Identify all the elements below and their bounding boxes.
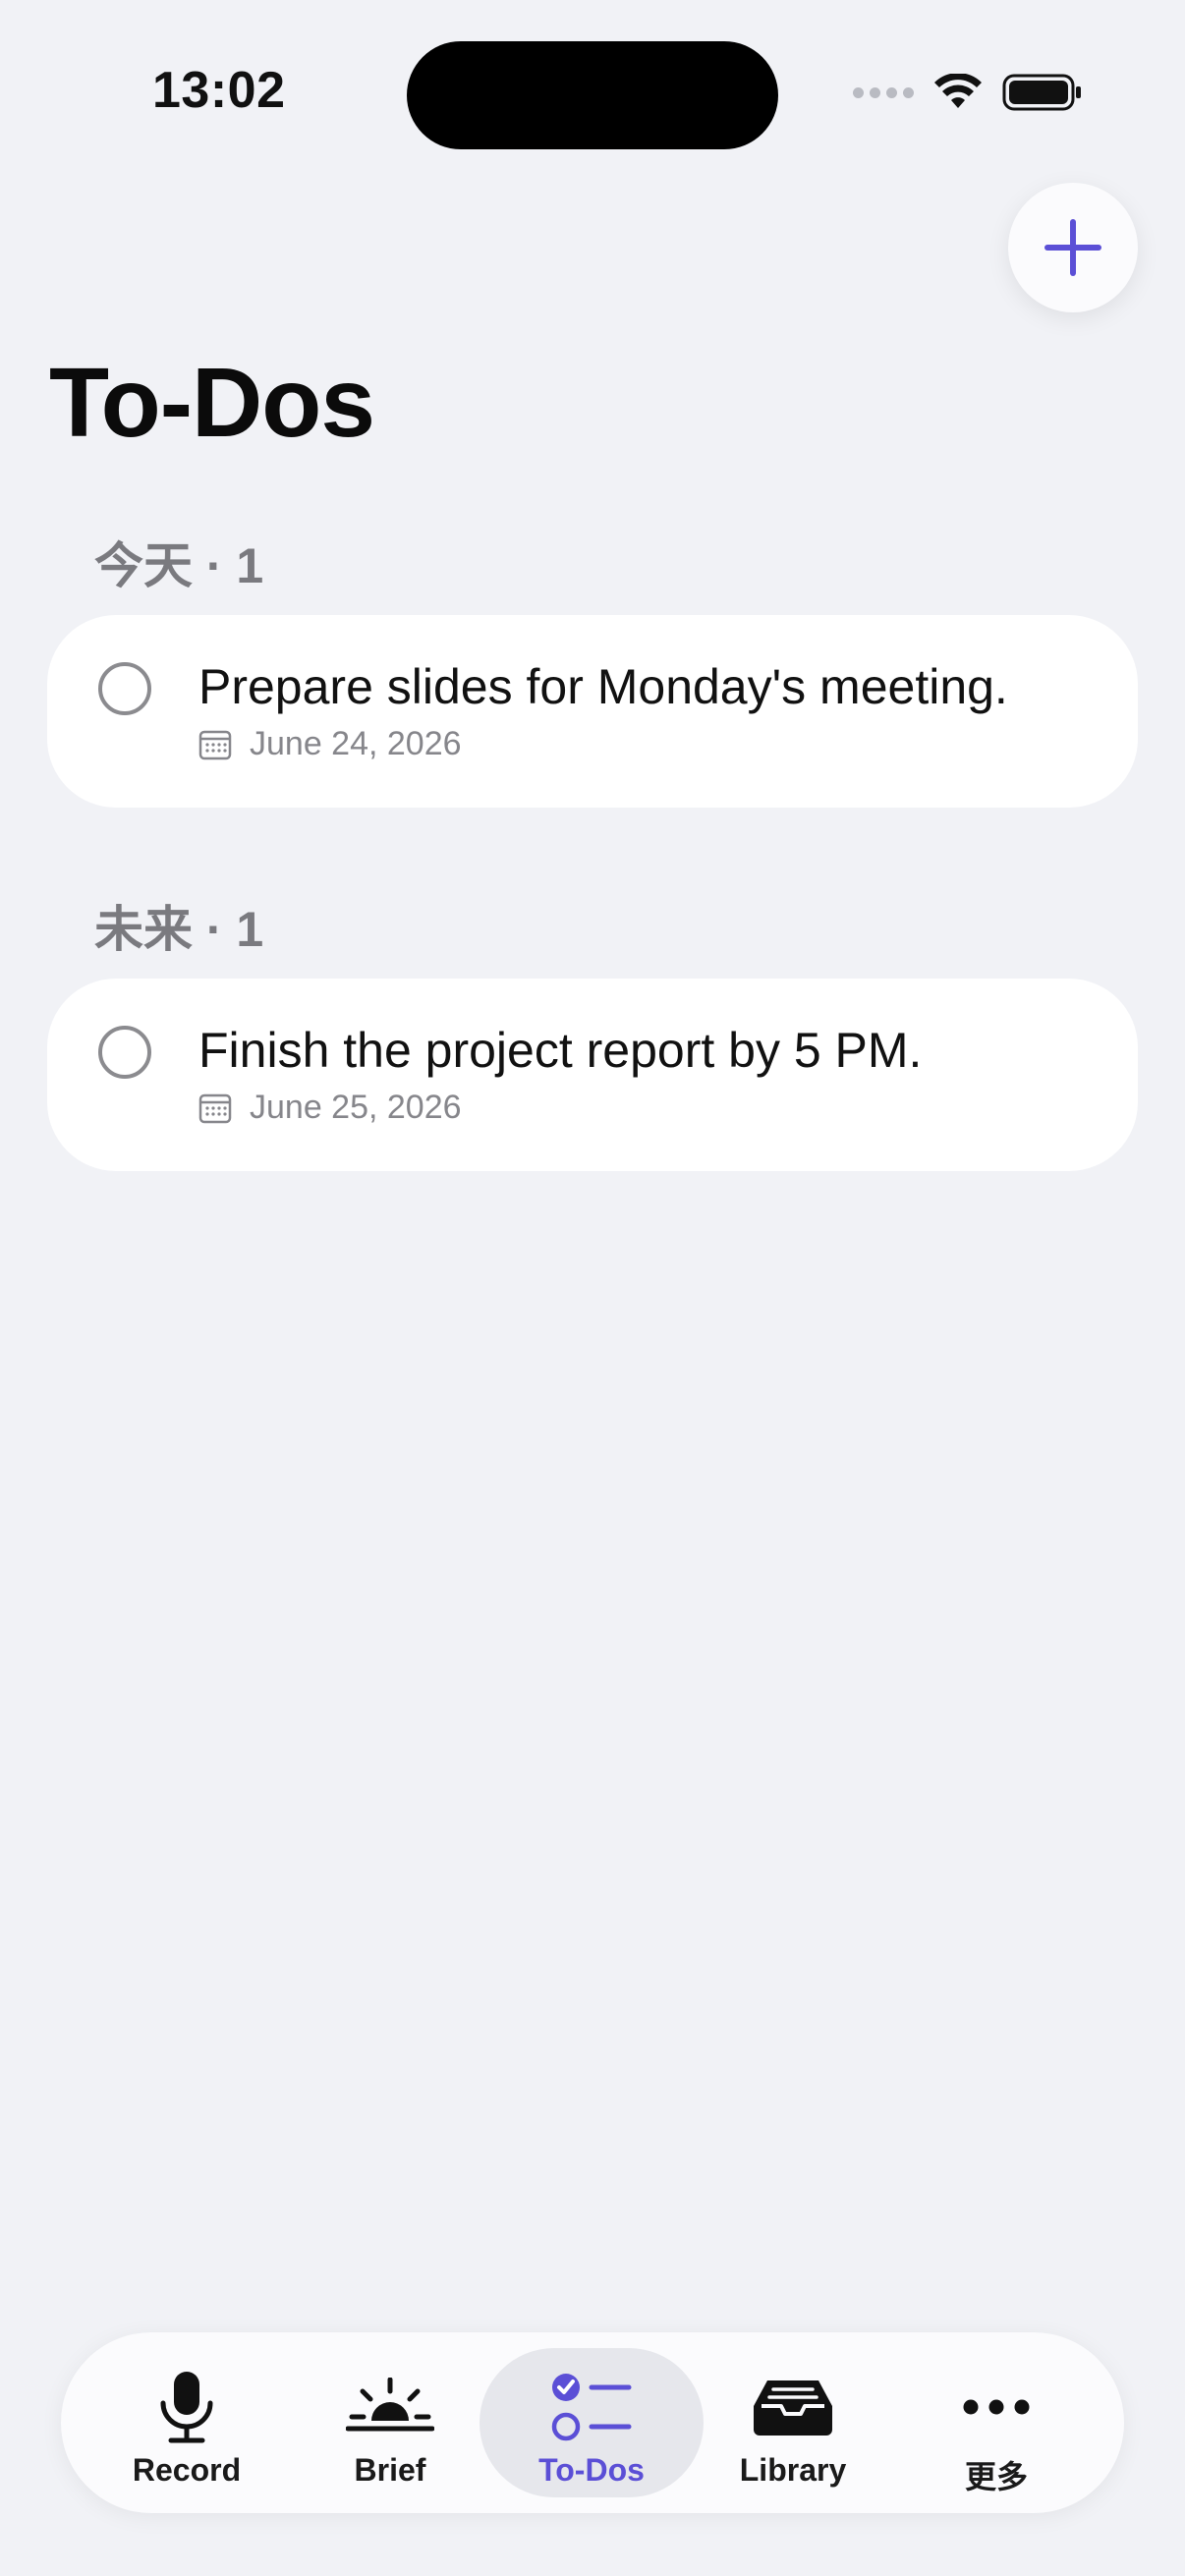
wifi-icon — [934, 74, 982, 108]
sunrise-icon — [346, 2378, 434, 2432]
status-time: 13:02 — [152, 62, 286, 119]
todo-title: Finish the project report by 5 PM. — [198, 1023, 923, 1078]
status-indicators — [853, 73, 1083, 112]
page-title: To-Dos — [49, 348, 375, 458]
tab-brief[interactable]: Brief — [278, 2348, 502, 2497]
tab-label: 更多 — [964, 2459, 1028, 2494]
tab-bar: Record Brief To-Dos Library 更多 — [61, 2332, 1124, 2513]
section-header-today: 今天 · 1 — [94, 538, 264, 593]
status-bar: 13:02 — [0, 0, 1185, 177]
todo-checkbox[interactable] — [98, 1026, 151, 1079]
inbox-tray-icon — [754, 2380, 832, 2436]
tab-label: Library — [739, 2452, 847, 2488]
dynamic-island — [407, 41, 778, 149]
todo-date-text: June 25, 2026 — [250, 1089, 462, 1126]
todo-item[interactable]: Prepare slides for Monday's meeting. Jun… — [47, 615, 1138, 808]
calendar-icon — [198, 1093, 232, 1123]
todo-date: June 24, 2026 — [198, 725, 462, 763]
checklist-icon — [551, 2374, 632, 2441]
section-header-future: 未来 · 1 — [94, 902, 264, 957]
todo-title: Prepare slides for Monday's meeting. — [198, 659, 1008, 714]
tab-label: To-Dos — [538, 2452, 645, 2488]
tab-todos[interactable]: To-Dos — [480, 2348, 704, 2497]
more-dots-icon — [963, 2399, 1030, 2415]
todo-checkbox[interactable] — [98, 662, 151, 715]
tab-label: Brief — [354, 2452, 426, 2488]
tab-more[interactable]: 更多 — [884, 2348, 1108, 2497]
cellular-signal-icon — [853, 86, 914, 98]
tab-label: Record — [132, 2452, 242, 2488]
calendar-icon — [198, 730, 232, 759]
tab-record[interactable]: Record — [75, 2348, 299, 2497]
todo-item[interactable]: Finish the project report by 5 PM. June … — [47, 979, 1138, 1171]
battery-icon — [1002, 74, 1081, 111]
tab-library[interactable]: Library — [681, 2348, 905, 2497]
microphone-icon — [160, 2372, 213, 2443]
todo-date: June 25, 2026 — [198, 1089, 462, 1127]
todo-date-text: June 24, 2026 — [250, 725, 462, 762]
add-todo-button[interactable] — [1008, 183, 1138, 312]
plus-icon — [1044, 219, 1101, 276]
